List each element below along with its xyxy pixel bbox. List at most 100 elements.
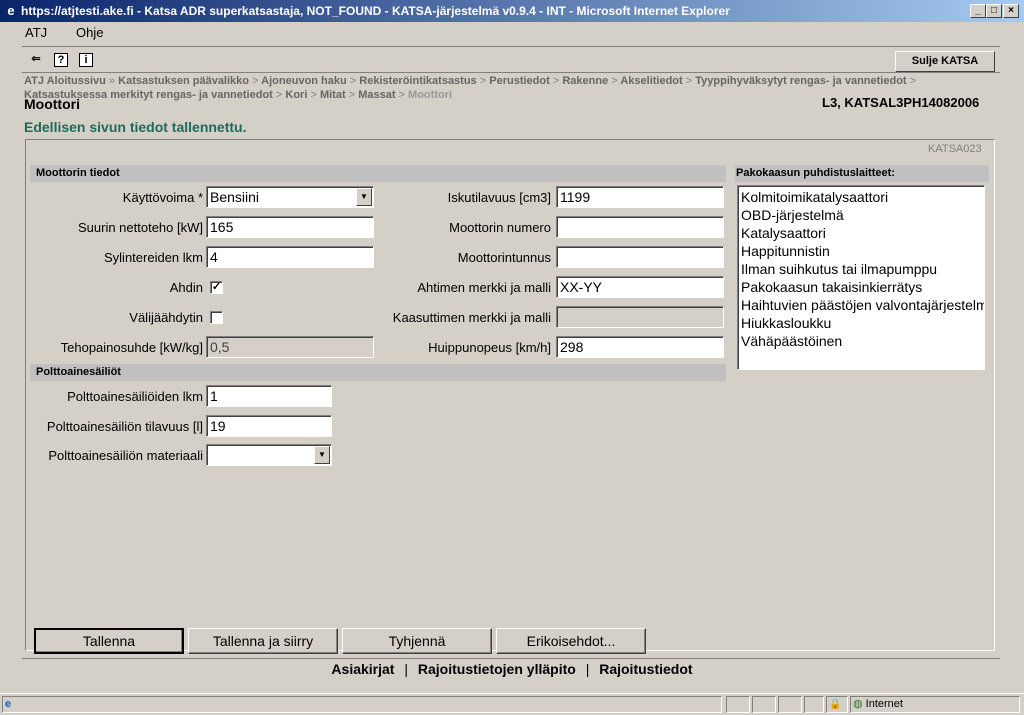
window-titlebar: e https://atjtesti.ake.fi - Katsa ADR su… (0, 0, 1024, 22)
fuel-lkm-input[interactable]: 1 (206, 385, 332, 407)
sylinterit-input[interactable]: 4 (206, 246, 374, 268)
kaasuttimen-label: Kaasuttimen merkki ja malli (392, 310, 551, 325)
window-title: https://atjtesti.ake.fi - Katsa ADR supe… (21, 4, 730, 18)
breadcrumb-separator: > (611, 75, 618, 87)
valijaahdytin-checkbox[interactable] (210, 311, 223, 324)
fuel-tilavuus-input[interactable]: 19 (206, 415, 332, 437)
toolbar-divider (22, 72, 1000, 73)
breadcrumb-separator: > (398, 89, 405, 101)
lock-icon: 🔒 (829, 699, 842, 710)
breadcrumb-item[interactable]: Tyyppihyväksytyt rengas- ja vannetiedot (695, 75, 906, 87)
breadcrumb-item[interactable]: Massat (358, 89, 395, 101)
chevron-down-icon[interactable]: ▼ (314, 446, 330, 464)
menu-divider (22, 46, 1000, 47)
breadcrumb-separator: > (479, 75, 487, 87)
breadcrumb-separator: > (275, 89, 283, 101)
list-item[interactable]: Haihtuvien päästöjen valvontajärjestelmä (741, 296, 984, 314)
status-text-cell: e (2, 696, 722, 713)
tehopaino-field: 0,5 (206, 336, 374, 358)
iskutilavuus-input[interactable]: 1199 (556, 186, 724, 208)
breadcrumb-separator: > (348, 89, 356, 101)
status-cell (804, 696, 824, 713)
list-item[interactable]: Vähäpäästöinen (741, 332, 984, 350)
exhaust-section-header: Pakokaasun puhdistuslaitteet: (735, 165, 989, 182)
minimize-button[interactable]: _ (970, 4, 986, 18)
breadcrumb-separator: > (552, 75, 560, 87)
moottorinumero-label: Moottorin numero (449, 220, 551, 235)
breadcrumb-separator: > (685, 75, 693, 87)
menu-atj[interactable]: ATJ (25, 25, 47, 40)
ahdin-checkbox[interactable]: ✓ (210, 281, 223, 294)
menu-ohje[interactable]: Ohje (76, 25, 103, 40)
restore-button[interactable]: □ (986, 4, 1002, 18)
sulje-katsa-button[interactable]: Sulje KATSA (895, 51, 995, 72)
kayttovoima-value: Bensiini (210, 189, 260, 205)
globe-icon: ◍ (853, 698, 863, 710)
page-icon: e (5, 698, 12, 710)
saved-message: Edellisen sivun tiedot tallennettu. (24, 119, 247, 135)
huippunopeus-input[interactable]: 298 (556, 336, 724, 358)
list-item[interactable]: Hiukkasloukku (741, 314, 984, 332)
breadcrumb-item[interactable]: Mitat (320, 89, 346, 101)
lock-cell: 🔒 (826, 696, 848, 713)
footer-links: Asiakirjat | Rajoitustietojen ylläpito |… (0, 661, 1024, 677)
back-icon[interactable]: ⇐ (29, 53, 43, 67)
close-window-button[interactable]: × (1003, 4, 1019, 18)
breadcrumb-item[interactable]: Rakenne (562, 75, 608, 87)
iskutilavuus-label: Iskutilavuus [cm3] (447, 190, 551, 205)
ahtimen-label: Ahtimen merkki ja malli (417, 280, 551, 295)
breadcrumb-item[interactable]: Rekisteröintikatsastus (359, 75, 476, 87)
fuel-tilavuus-label: Polttoainesäiliön tilavuus [l] (46, 419, 203, 434)
status-cell (778, 696, 802, 713)
status-bar: e 🔒 ◍ Internet (0, 693, 1024, 713)
moottorinumero-input[interactable] (556, 216, 724, 238)
breadcrumb-separator: > (310, 89, 317, 101)
fuel-lkm-label: Polttoainesäiliöiden lkm (67, 389, 203, 404)
list-item[interactable]: Happitunnistin (741, 242, 984, 260)
chevron-down-icon[interactable]: ▼ (356, 188, 372, 206)
list-item[interactable]: Pakokaasun takaisinkierrätys (741, 278, 984, 296)
erikoisehdot-button[interactable]: Erikoisehdot... (496, 628, 646, 654)
ahdin-label: Ahdin (169, 280, 203, 295)
footer-separator: | (404, 661, 408, 677)
exhaust-listbox[interactable]: Kolmitoimikatalysaattori OBD-järjestelmä… (737, 185, 985, 370)
status-cell (726, 696, 750, 713)
engine-section-header: Moottorin tiedot (30, 165, 726, 182)
help-icon[interactable]: ? (54, 53, 68, 67)
kayttovoima-label: Käyttövoima * (122, 190, 203, 205)
breadcrumb-item[interactable]: Perustiedot (489, 75, 550, 87)
kaasuttimen-field (556, 306, 724, 328)
valijaahdytin-label: Välijäähdytin (129, 310, 203, 325)
rajoitustiedot-link[interactable]: Rajoitustiedot (599, 661, 692, 677)
page-title: Moottori (24, 96, 80, 112)
kayttovoima-select[interactable]: Bensiini ▼ (206, 186, 374, 208)
footer-separator: | (585, 661, 590, 677)
list-item[interactable]: OBD-järjestelmä (741, 206, 984, 224)
breadcrumb-item[interactable]: Akselitiedot (620, 75, 682, 87)
list-item[interactable]: Ilman suihkutus tai ilmapumppu (741, 260, 984, 278)
asiakirjat-link[interactable]: Asiakirjat (331, 661, 394, 677)
tallenna-button[interactable]: Tallenna (34, 628, 184, 654)
sylinterit-label: Sylintereiden lkm (104, 250, 203, 265)
moottoritunnus-input[interactable] (556, 246, 724, 268)
list-item[interactable]: Katalysaattori (741, 224, 984, 242)
rajoitus-yllapito-link[interactable]: Rajoitustietojen ylläpito (418, 661, 576, 677)
list-item[interactable]: Kolmitoimikatalysaattori (741, 188, 984, 206)
breadcrumb-item[interactable]: ATJ Aloitussivu (24, 75, 106, 87)
breadcrumb-item[interactable]: Katsastuksen päävalikko (118, 75, 249, 87)
status-cell (752, 696, 776, 713)
ie-icon: e (7, 3, 15, 18)
menu-bar: ATJ Ohje (0, 22, 1024, 44)
breadcrumb-item[interactable]: Ajoneuvon haku (261, 75, 347, 87)
breadcrumb-separator: > (909, 75, 917, 87)
tyhjenna-button[interactable]: Tyhjennä (342, 628, 492, 654)
page-code: KATSA023 (928, 143, 982, 155)
nettoteho-input[interactable]: 165 (206, 216, 374, 238)
breadcrumb-item[interactable]: Kori (285, 89, 307, 101)
tallenna-ja-siirry-button[interactable]: Tallenna ja siirry (188, 628, 338, 654)
footer-divider (22, 658, 1000, 659)
moottoritunnus-label: Moottorintunnus (457, 250, 551, 265)
info-icon[interactable]: i (79, 53, 93, 67)
ahtimen-input[interactable]: XX-YY (556, 276, 724, 298)
fuel-materiaali-select[interactable]: ▼ (206, 444, 332, 466)
